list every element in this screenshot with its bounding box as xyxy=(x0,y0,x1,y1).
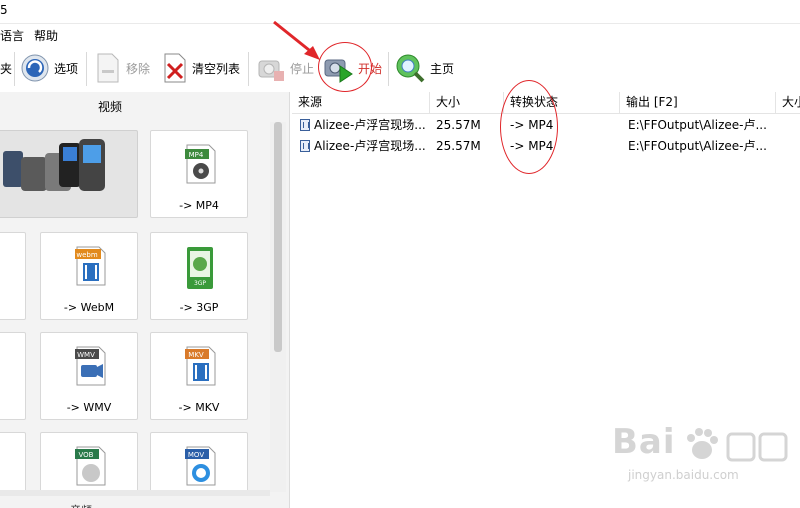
row-source-text: Alizee-卢浮宫现场... xyxy=(314,118,426,132)
annotation-circle-status xyxy=(500,80,558,174)
tile-partial-left[interactable] xyxy=(0,432,26,490)
scrollbar-thumb[interactable] xyxy=(274,122,282,352)
tile-3gp-caption: -> 3GP xyxy=(179,301,219,314)
tile-mp4-caption: -> MP4 xyxy=(179,199,219,212)
mov-format-icon: MOV xyxy=(183,445,217,487)
tile-mp4[interactable]: MP4 -> MP4 xyxy=(150,130,248,218)
row-source-text: Alizee-卢浮宫现场... xyxy=(314,139,426,153)
tile-mov[interactable]: MOV xyxy=(150,432,248,490)
tile-mkv-caption: -> MKV xyxy=(178,401,220,414)
options-label: 选项 xyxy=(54,62,79,76)
tile-vob[interactable]: VOB xyxy=(40,432,138,490)
row-output: E:\FFOutput\Alizee-卢... xyxy=(628,139,767,153)
format-panel-hscroll[interactable] xyxy=(0,490,270,496)
tile-partial-left[interactable] xyxy=(0,232,26,320)
clear-list-icon xyxy=(162,52,188,87)
tile-mkv[interactable]: MKV -> MKV xyxy=(150,332,248,420)
window-titlebar: 5 xyxy=(0,0,800,24)
remove-icon xyxy=(94,52,122,87)
watermark-experience-mark xyxy=(726,430,790,467)
format-panel: 视频 音 MP4 xyxy=(0,92,290,508)
clear-list-button[interactable]: 清空列表 xyxy=(162,50,240,88)
mkv-format-icon: MKV xyxy=(183,345,217,387)
devices-icon xyxy=(3,137,113,196)
home-button[interactable]: 主页 xyxy=(394,50,454,88)
toolbar-separator xyxy=(86,52,87,86)
remove-label: 移除 xyxy=(126,62,151,76)
menu-help[interactable]: 帮助 xyxy=(34,27,58,44)
toolbar-separator xyxy=(14,52,15,86)
options-button[interactable]: 选项 xyxy=(20,50,78,88)
watermark-logo-text: Bai xyxy=(612,422,676,462)
menu-language[interactable]: 语言 xyxy=(0,27,24,44)
home-label: 主页 xyxy=(430,62,455,76)
column-output[interactable]: 输出 [F2] xyxy=(620,92,776,114)
vob-badge: VOB xyxy=(79,451,94,459)
tile-3gp[interactable]: 3GP -> 3GP xyxy=(150,232,248,320)
vob-format-icon: VOB xyxy=(73,445,107,487)
wmv-format-icon: WMV xyxy=(73,345,107,387)
options-icon xyxy=(20,53,50,86)
toolbar-separator xyxy=(388,52,389,86)
wmv-badge: WMV xyxy=(77,351,95,359)
toolbar: 夹 选项 移除 清空列表 停止 开始 主页 xyxy=(0,46,800,92)
row-source: Alizee-卢浮宫现场... xyxy=(300,114,428,136)
mov-badge: MOV xyxy=(188,451,204,459)
home-icon xyxy=(394,52,426,87)
output-folder-label: 夹 xyxy=(0,62,13,76)
output-folder-button[interactable]: 夹 xyxy=(0,50,12,88)
row-output: E:\FFOutput\Alizee-卢... xyxy=(628,118,767,132)
tile-webm-caption: -> WebM xyxy=(63,301,115,314)
audio-section-label: 音频 xyxy=(70,502,92,508)
format-panel-scrollbar[interactable] xyxy=(270,122,286,492)
webm-format-icon: webm xyxy=(73,245,107,287)
watermark-paw-icon xyxy=(682,424,722,467)
annotation-circle-start xyxy=(318,42,372,92)
video-file-icon xyxy=(300,119,310,131)
window-title: 5 xyxy=(0,3,8,17)
row-size: 25.57M xyxy=(436,139,481,153)
tile-wmv-caption: -> WMV xyxy=(66,401,112,414)
watermark: Bai jingyan.baidu.com xyxy=(608,420,798,500)
column-source[interactable]: 来源 xyxy=(292,92,430,114)
mkv-badge: MKV xyxy=(188,351,204,359)
clear-list-label: 清空列表 xyxy=(192,62,241,76)
tile-all-devices[interactable]: 音 xyxy=(0,130,138,218)
row-size: 25.57M xyxy=(436,118,481,132)
watermark-url: jingyan.baidu.com xyxy=(628,468,739,482)
titlebar-divider xyxy=(0,23,800,24)
3gp-badge: 3GP xyxy=(194,280,206,287)
column-size[interactable]: 大小 xyxy=(430,92,504,114)
tile-partial-left[interactable] xyxy=(0,332,26,420)
tile-webm[interactable]: webm -> WebM xyxy=(40,232,138,320)
mp4-badge: MP4 xyxy=(189,151,204,159)
tile-wmv[interactable]: WMV -> WMV xyxy=(40,332,138,420)
format-tile-grid: 音 MP4 -> MP4 webm xyxy=(0,130,268,490)
webm-badge: webm xyxy=(76,251,97,259)
3gp-format-icon: 3GP xyxy=(185,245,217,289)
remove-button[interactable]: 移除 xyxy=(94,50,150,88)
mp4-format-icon: MP4 xyxy=(183,143,217,185)
toolbar-separator xyxy=(248,52,249,86)
column-output-size[interactable]: 大小 xyxy=(776,92,800,114)
row-source: Alizee-卢浮宫现场... xyxy=(300,135,428,157)
format-panel-title: 视频 xyxy=(97,100,122,114)
video-file-icon xyxy=(300,140,310,152)
